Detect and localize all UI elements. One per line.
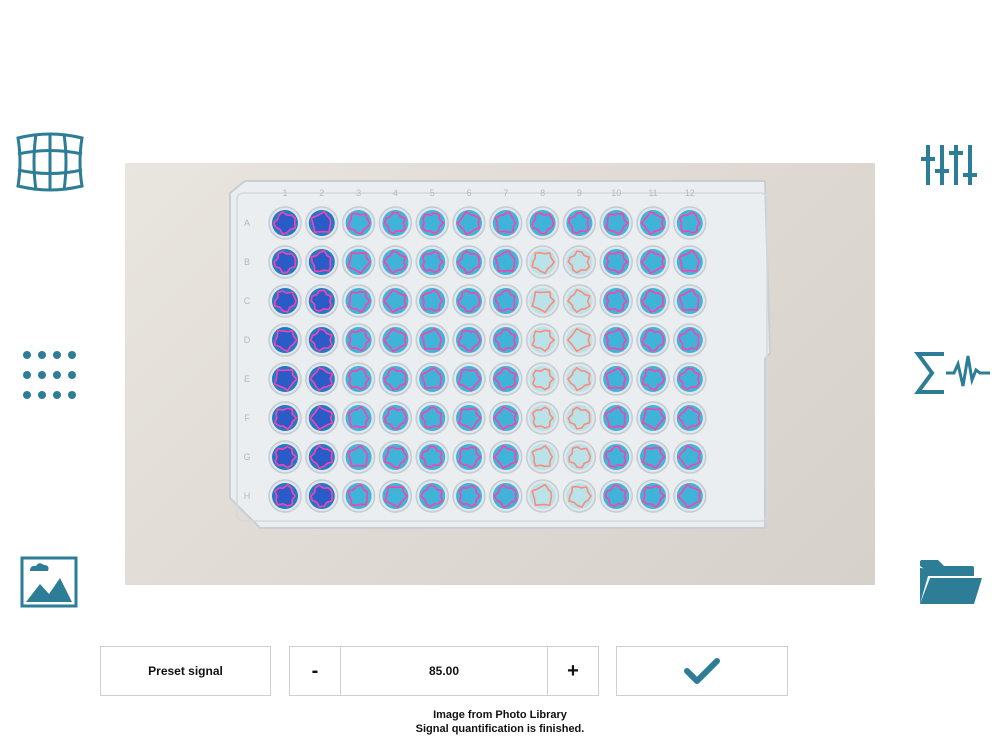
column-label: 11	[648, 188, 657, 198]
signal-value: 85.00	[428, 664, 460, 678]
signal-value-field[interactable]: 85.00	[340, 646, 548, 696]
grid-warp-icon[interactable]	[14, 130, 86, 194]
sigma-signal-icon[interactable]	[914, 350, 990, 396]
column-label: 2	[319, 188, 324, 198]
status-line-source: Image from Photo Library	[433, 709, 567, 721]
column-label: 10	[611, 188, 621, 198]
row-label: H	[244, 491, 251, 501]
folder-icon[interactable]	[918, 558, 984, 606]
sliders-icon[interactable]	[920, 143, 980, 187]
row-label: F	[244, 413, 250, 423]
minus-label: -	[311, 659, 319, 682]
column-label: 8	[540, 188, 545, 198]
status-message: Image from Photo Library Signal quantifi…	[300, 708, 700, 736]
column-label: 6	[466, 188, 471, 198]
image-icon[interactable]	[20, 556, 78, 608]
decrement-button[interactable]: -	[289, 646, 341, 696]
confirm-button[interactable]	[616, 646, 788, 696]
plate-image: 1 2 3 4 5 6 7 8 9 10 11 12 A B C D E F G H	[125, 163, 875, 585]
increment-button[interactable]: +	[547, 646, 599, 696]
dot-grid-icon[interactable]	[22, 350, 78, 400]
column-label: 5	[430, 188, 435, 198]
row-label: D	[244, 335, 251, 345]
column-label: 4	[393, 188, 398, 198]
row-label: E	[244, 374, 250, 384]
column-label: 12	[685, 188, 695, 198]
column-label: 1	[282, 188, 287, 198]
column-label: 3	[356, 188, 361, 198]
preset-signal-label: Preset signal	[148, 664, 223, 678]
row-label: C	[244, 296, 251, 306]
plus-label: +	[567, 659, 579, 682]
status-line-result: Signal quantification is finished.	[415, 723, 585, 735]
row-label: G	[243, 452, 250, 462]
column-label: 9	[577, 188, 582, 198]
checkmark-icon	[684, 658, 720, 684]
preset-signal-button[interactable]: Preset signal	[100, 646, 271, 696]
row-label: B	[244, 257, 250, 267]
column-label: 7	[503, 188, 508, 198]
row-label: A	[244, 218, 250, 228]
